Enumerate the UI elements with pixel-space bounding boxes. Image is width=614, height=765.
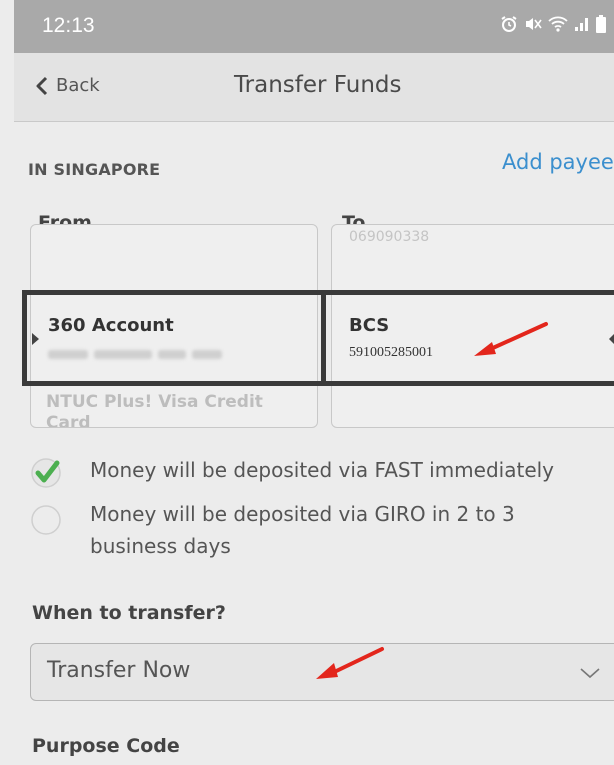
back-label: Back [56,75,100,96]
selection-marker-left [32,333,39,345]
back-button[interactable]: Back [34,75,100,96]
purpose-code-label: Purpose Code [32,735,180,757]
battery-icon [596,15,606,37]
status-icons [500,15,606,37]
when-to-transfer-label: When to transfer? [32,602,226,624]
giro-option-text[interactable]: Money will be deposited via GIRO in 2 to… [90,498,590,562]
to-selected-account-number: 591005285001 [349,345,433,360]
chevron-down-icon [580,668,600,679]
selection-divider [321,290,326,386]
page-title: Transfer Funds [234,72,402,98]
alarm-icon [500,15,518,37]
redacted-account-number [192,350,222,359]
wifi-icon [548,15,568,37]
chevron-left-icon [36,76,48,95]
redacted-account-number [48,350,88,359]
annotation-arrow [316,647,384,679]
fast-option-check-icon[interactable] [30,457,62,489]
mute-icon [524,15,542,37]
status-bar: 12:13 [14,0,614,53]
from-selected-account[interactable]: 360 Account [48,315,174,336]
to-selected-payee[interactable]: BCS [349,315,389,336]
transfer-timing-value: Transfer Now [47,658,191,683]
redacted-account-number [94,350,152,359]
annotation-arrow [474,322,548,356]
add-payee-link[interactable]: Add payee [502,150,614,174]
to-option-above[interactable]: 069090338 [349,229,429,245]
section-label: IN SINGAPORE [28,160,161,179]
redacted-account-number [158,350,186,359]
from-option-below[interactable]: NTUC Plus! Visa Credit Card [46,392,296,427]
selection-marker-right [609,333,614,345]
signal-icon [574,16,590,36]
status-time: 12:13 [42,14,95,37]
nav-bar: Back Transfer Funds [14,53,614,122]
giro-option-radio-icon[interactable] [30,504,62,536]
fast-option-text[interactable]: Money will be deposited via FAST immedia… [90,454,610,486]
